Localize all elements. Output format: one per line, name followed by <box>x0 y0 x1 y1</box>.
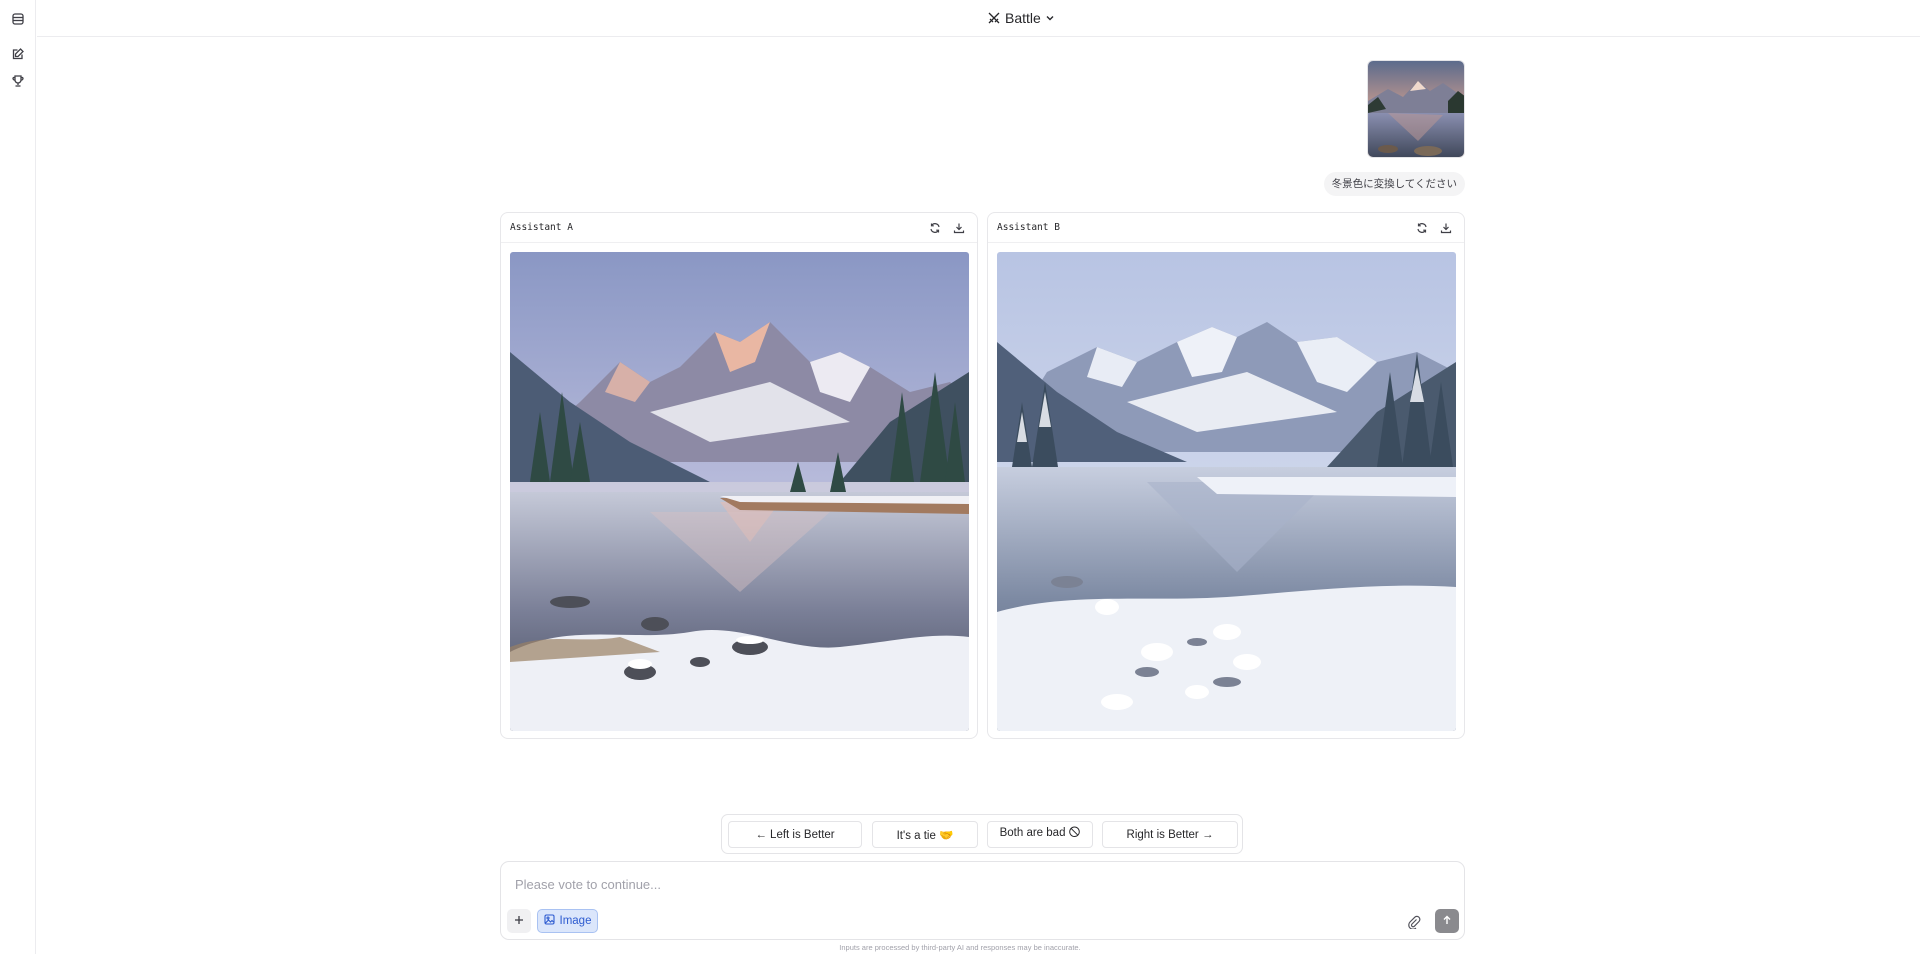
panel-header: Assistant B <box>988 213 1464 243</box>
download-icon[interactable] <box>952 221 966 235</box>
table-icon[interactable] <box>9 10 27 28</box>
top-bar: Battle <box>37 0 1920 37</box>
mode-selector[interactable]: Battle <box>987 8 1055 28</box>
generated-image-a[interactable] <box>510 252 969 731</box>
mode-label: Battle <box>1005 10 1041 26</box>
right-is-better-button[interactable]: Right is Better → <box>1102 821 1238 848</box>
assistant-b-panel: Assistant B <box>987 212 1465 739</box>
image-icon <box>543 914 555 928</box>
new-chat-icon[interactable] <box>9 45 27 63</box>
tie-button[interactable]: It's a tie 🤝 <box>872 821 978 848</box>
left-is-better-label: ← Left is Better <box>755 828 835 841</box>
chevron-down-icon <box>1045 13 1055 23</box>
panel-title: Assistant B <box>997 222 1060 233</box>
trophy-icon[interactable] <box>9 72 27 90</box>
image-mode-button[interactable]: Image <box>537 909 598 933</box>
regenerate-icon[interactable] <box>1415 221 1429 235</box>
assistant-a-panel: Assistant A <box>500 212 978 739</box>
arrow-up-icon <box>1442 912 1452 930</box>
panel-header: Assistant A <box>501 213 977 243</box>
message-composer: Image <box>500 861 1465 940</box>
panel-title: Assistant A <box>510 222 573 233</box>
plus-icon <box>514 912 524 930</box>
swords-icon <box>987 11 1001 25</box>
regenerate-icon[interactable] <box>928 221 942 235</box>
disclaimer-text: Inputs are processed by third-party AI a… <box>839 943 1081 952</box>
both-bad-label: Both are bad 🛇 <box>999 827 1081 839</box>
paperclip-icon[interactable] <box>1406 914 1422 930</box>
tie-label: It's a tie 🤝 <box>896 829 954 842</box>
download-icon[interactable] <box>1439 221 1453 235</box>
user-message: 冬景色に変換してください <box>1323 172 1465 196</box>
generated-image-b[interactable] <box>997 252 1456 731</box>
vote-bar: ← Left is Better It's a tie 🤝 Both are b… <box>721 814 1243 854</box>
image-mode-label: Image <box>559 915 592 927</box>
send-button[interactable] <box>1435 909 1459 933</box>
left-is-better-button[interactable]: ← Left is Better <box>728 821 862 848</box>
add-attachment-button[interactable] <box>507 909 531 933</box>
message-input[interactable] <box>515 877 1215 892</box>
user-uploaded-image[interactable] <box>1367 60 1465 158</box>
both-bad-button[interactable]: Both are bad 🛇 <box>987 821 1093 848</box>
right-is-better-label: Right is Better → <box>1126 828 1214 841</box>
sidebar <box>0 0 36 954</box>
